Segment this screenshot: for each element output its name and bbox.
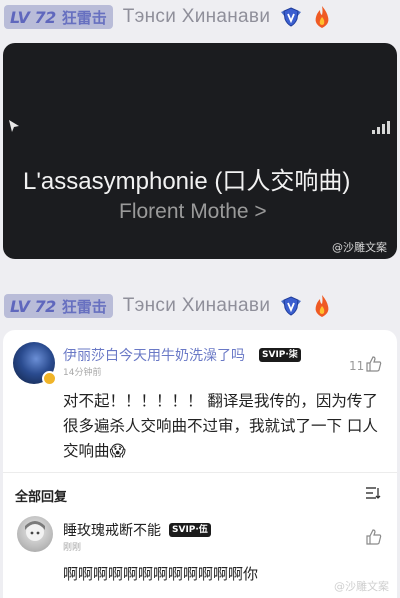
reply-time: 刚刚: [63, 543, 82, 553]
signal-icon: [372, 121, 390, 134]
vip-dot-icon: [42, 371, 57, 386]
username[interactable]: Тэнси Хинанави: [123, 6, 271, 28]
level-title: 狂雷击: [61, 8, 107, 27]
watermark: @沙雕文案: [332, 241, 387, 254]
level-text: LV 72: [10, 7, 56, 27]
post-header: LV 72 狂雷击 Тэнси Хинанави: [0, 289, 400, 323]
level-text: LV 72: [10, 296, 56, 316]
like-count: 11: [349, 359, 365, 373]
fire-icon: [315, 6, 329, 28]
vip-badge: SVIP·柒: [259, 348, 301, 362]
video-screenshot[interactable]: L'assasymphonie (口人交响曲) Florent Mothe > …: [3, 43, 397, 259]
divider: [3, 472, 397, 473]
comment-time: 14分钟前: [63, 368, 102, 378]
watermark: @沙雕文案: [334, 580, 389, 593]
username[interactable]: Тэнси Хинанави: [123, 295, 271, 317]
thumbs-up-icon[interactable]: [365, 355, 383, 373]
character-avatar-icon: [25, 521, 45, 541]
comment-text: 对不起！！！！！！ 翻译是我传的，因为传了很多遍杀人交响曲不过审，我就试了一下 …: [63, 392, 378, 460]
all-replies-label: 全部回复: [15, 490, 68, 505]
comment-screenshot: 伊丽莎白今天用牛奶洗澡了吗 SVIP·柒 14分钟前 11 对不起！！！！！！ …: [3, 330, 397, 598]
fire-icon: [315, 295, 329, 317]
artist-link[interactable]: Florent Mothe >: [119, 200, 267, 224]
reply-author[interactable]: 睡玫瑰戒断不能: [63, 520, 161, 540]
song-title: L'assasymphonie (口人交响曲): [23, 168, 351, 195]
reply-text: 啊啊啊啊啊啊啊啊啊啊啊啊你: [63, 565, 259, 583]
post-header: LV 72 狂雷击 Тэнси Хинанави: [0, 0, 400, 34]
shield-wings-icon: [281, 7, 302, 27]
shield-wings-icon: [281, 296, 302, 316]
thumbs-up-icon[interactable]: [365, 528, 383, 546]
level-badge: LV 72 狂雷击: [4, 5, 113, 29]
cursor-icon: [9, 120, 19, 132]
avatar[interactable]: [13, 342, 57, 386]
airpod-icon: [187, 258, 227, 259]
level-title: 狂雷击: [61, 297, 107, 316]
avatar[interactable]: [17, 516, 53, 552]
level-badge: LV 72 狂雷击: [4, 294, 113, 318]
comment-author[interactable]: 伊丽莎白今天用牛奶洗澡了吗: [63, 345, 245, 365]
sort-icon[interactable]: [365, 485, 381, 501]
vip-badge: SVIP·伍: [169, 523, 211, 537]
